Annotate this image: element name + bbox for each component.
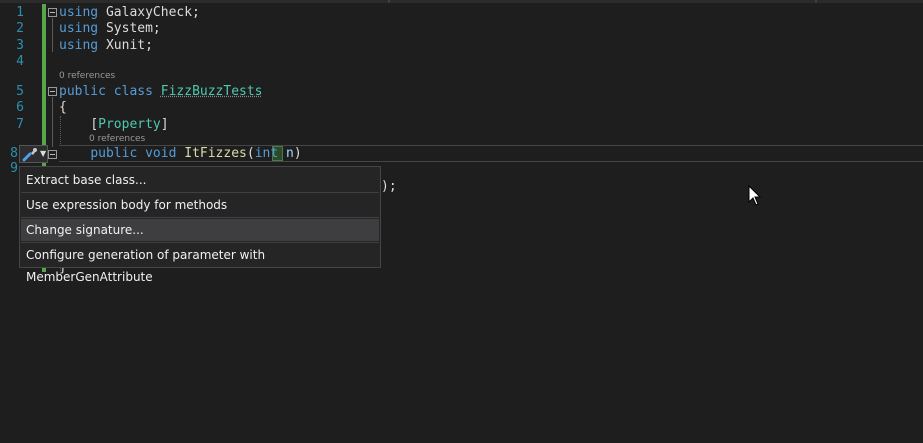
keyword: using [59, 5, 99, 20]
code-line[interactable]: using System; [59, 21, 161, 37]
keyword: void [145, 146, 177, 161]
collapse-icon[interactable] [48, 8, 57, 17]
code-text-partial: ); [381, 179, 397, 194]
code-text: ) [293, 146, 302, 161]
line-number: 6 [16, 100, 24, 115]
line-number: 3 [16, 38, 24, 53]
collapse-icon[interactable] [48, 150, 57, 159]
collapse-icon[interactable] [48, 87, 57, 96]
top-divider [815, 0, 817, 3]
menu-item-configure-membergen[interactable]: Configure generation of parameter with M… [21, 244, 379, 284]
line-number: 9 [10, 161, 18, 176]
codelens-references[interactable]: 0 references [59, 71, 115, 81]
line-number: 2 [16, 21, 24, 36]
code-line[interactable]: public class FizzBuzzTests [59, 84, 263, 100]
code-text: ( [246, 146, 255, 161]
keyword: using [59, 38, 99, 53]
keyword: public [90, 146, 138, 161]
mouse-pointer-icon [748, 185, 762, 206]
code-text: System; [98, 21, 161, 36]
keyword: int [254, 146, 279, 161]
menu-separator [21, 217, 379, 218]
code-text: { [59, 100, 67, 115]
parameter-name: n [286, 146, 294, 161]
fold-guide [52, 18, 53, 52]
code-line[interactable]: using GalaxyCheck; [59, 5, 200, 21]
editor-top-border [0, 0, 923, 3]
code-line[interactable]: { [59, 100, 67, 116]
menu-separator [21, 192, 379, 193]
attribute-name: Property [98, 117, 161, 132]
codelens-references[interactable]: 0 references [89, 134, 145, 144]
keyword: class [113, 84, 153, 99]
quick-actions-button[interactable]: ▼ [19, 145, 48, 163]
line-number: 7 [16, 117, 24, 132]
top-divider [388, 0, 390, 3]
menu-item-change-signature[interactable]: Change signature... [21, 219, 379, 241]
line-number: 5 [16, 84, 24, 99]
menu-item-extract-base-class[interactable]: Extract base class... [21, 169, 379, 191]
code-text: GalaxyCheck; [98, 5, 200, 20]
keyword: using [59, 21, 99, 36]
code-text: [ [90, 117, 99, 132]
line-number: 1 [16, 5, 24, 20]
code-line[interactable]: using Xunit; [59, 38, 153, 54]
quick-actions-menu: Extract base class... Use expression bod… [19, 166, 381, 284]
class-name: FizzBuzzTests [160, 84, 263, 99]
code-text: ] [160, 117, 169, 132]
code-line[interactable]: [Property] [59, 117, 169, 133]
method-name: ItFizzes [184, 146, 247, 161]
keyword: public [59, 84, 106, 99]
menu-separator [21, 242, 379, 243]
menu-item-expression-body[interactable]: Use expression body for methods [21, 194, 379, 216]
chevron-down-icon: ▼ [40, 149, 47, 158]
code-line-current[interactable]: public void ItFizzes(int n) [59, 146, 302, 162]
line-number: 4 [16, 54, 24, 69]
screwdriver-icon [22, 148, 37, 162]
line-number: 8 [10, 146, 18, 161]
fold-guide [52, 97, 53, 147]
code-text: Xunit; [98, 38, 153, 53]
